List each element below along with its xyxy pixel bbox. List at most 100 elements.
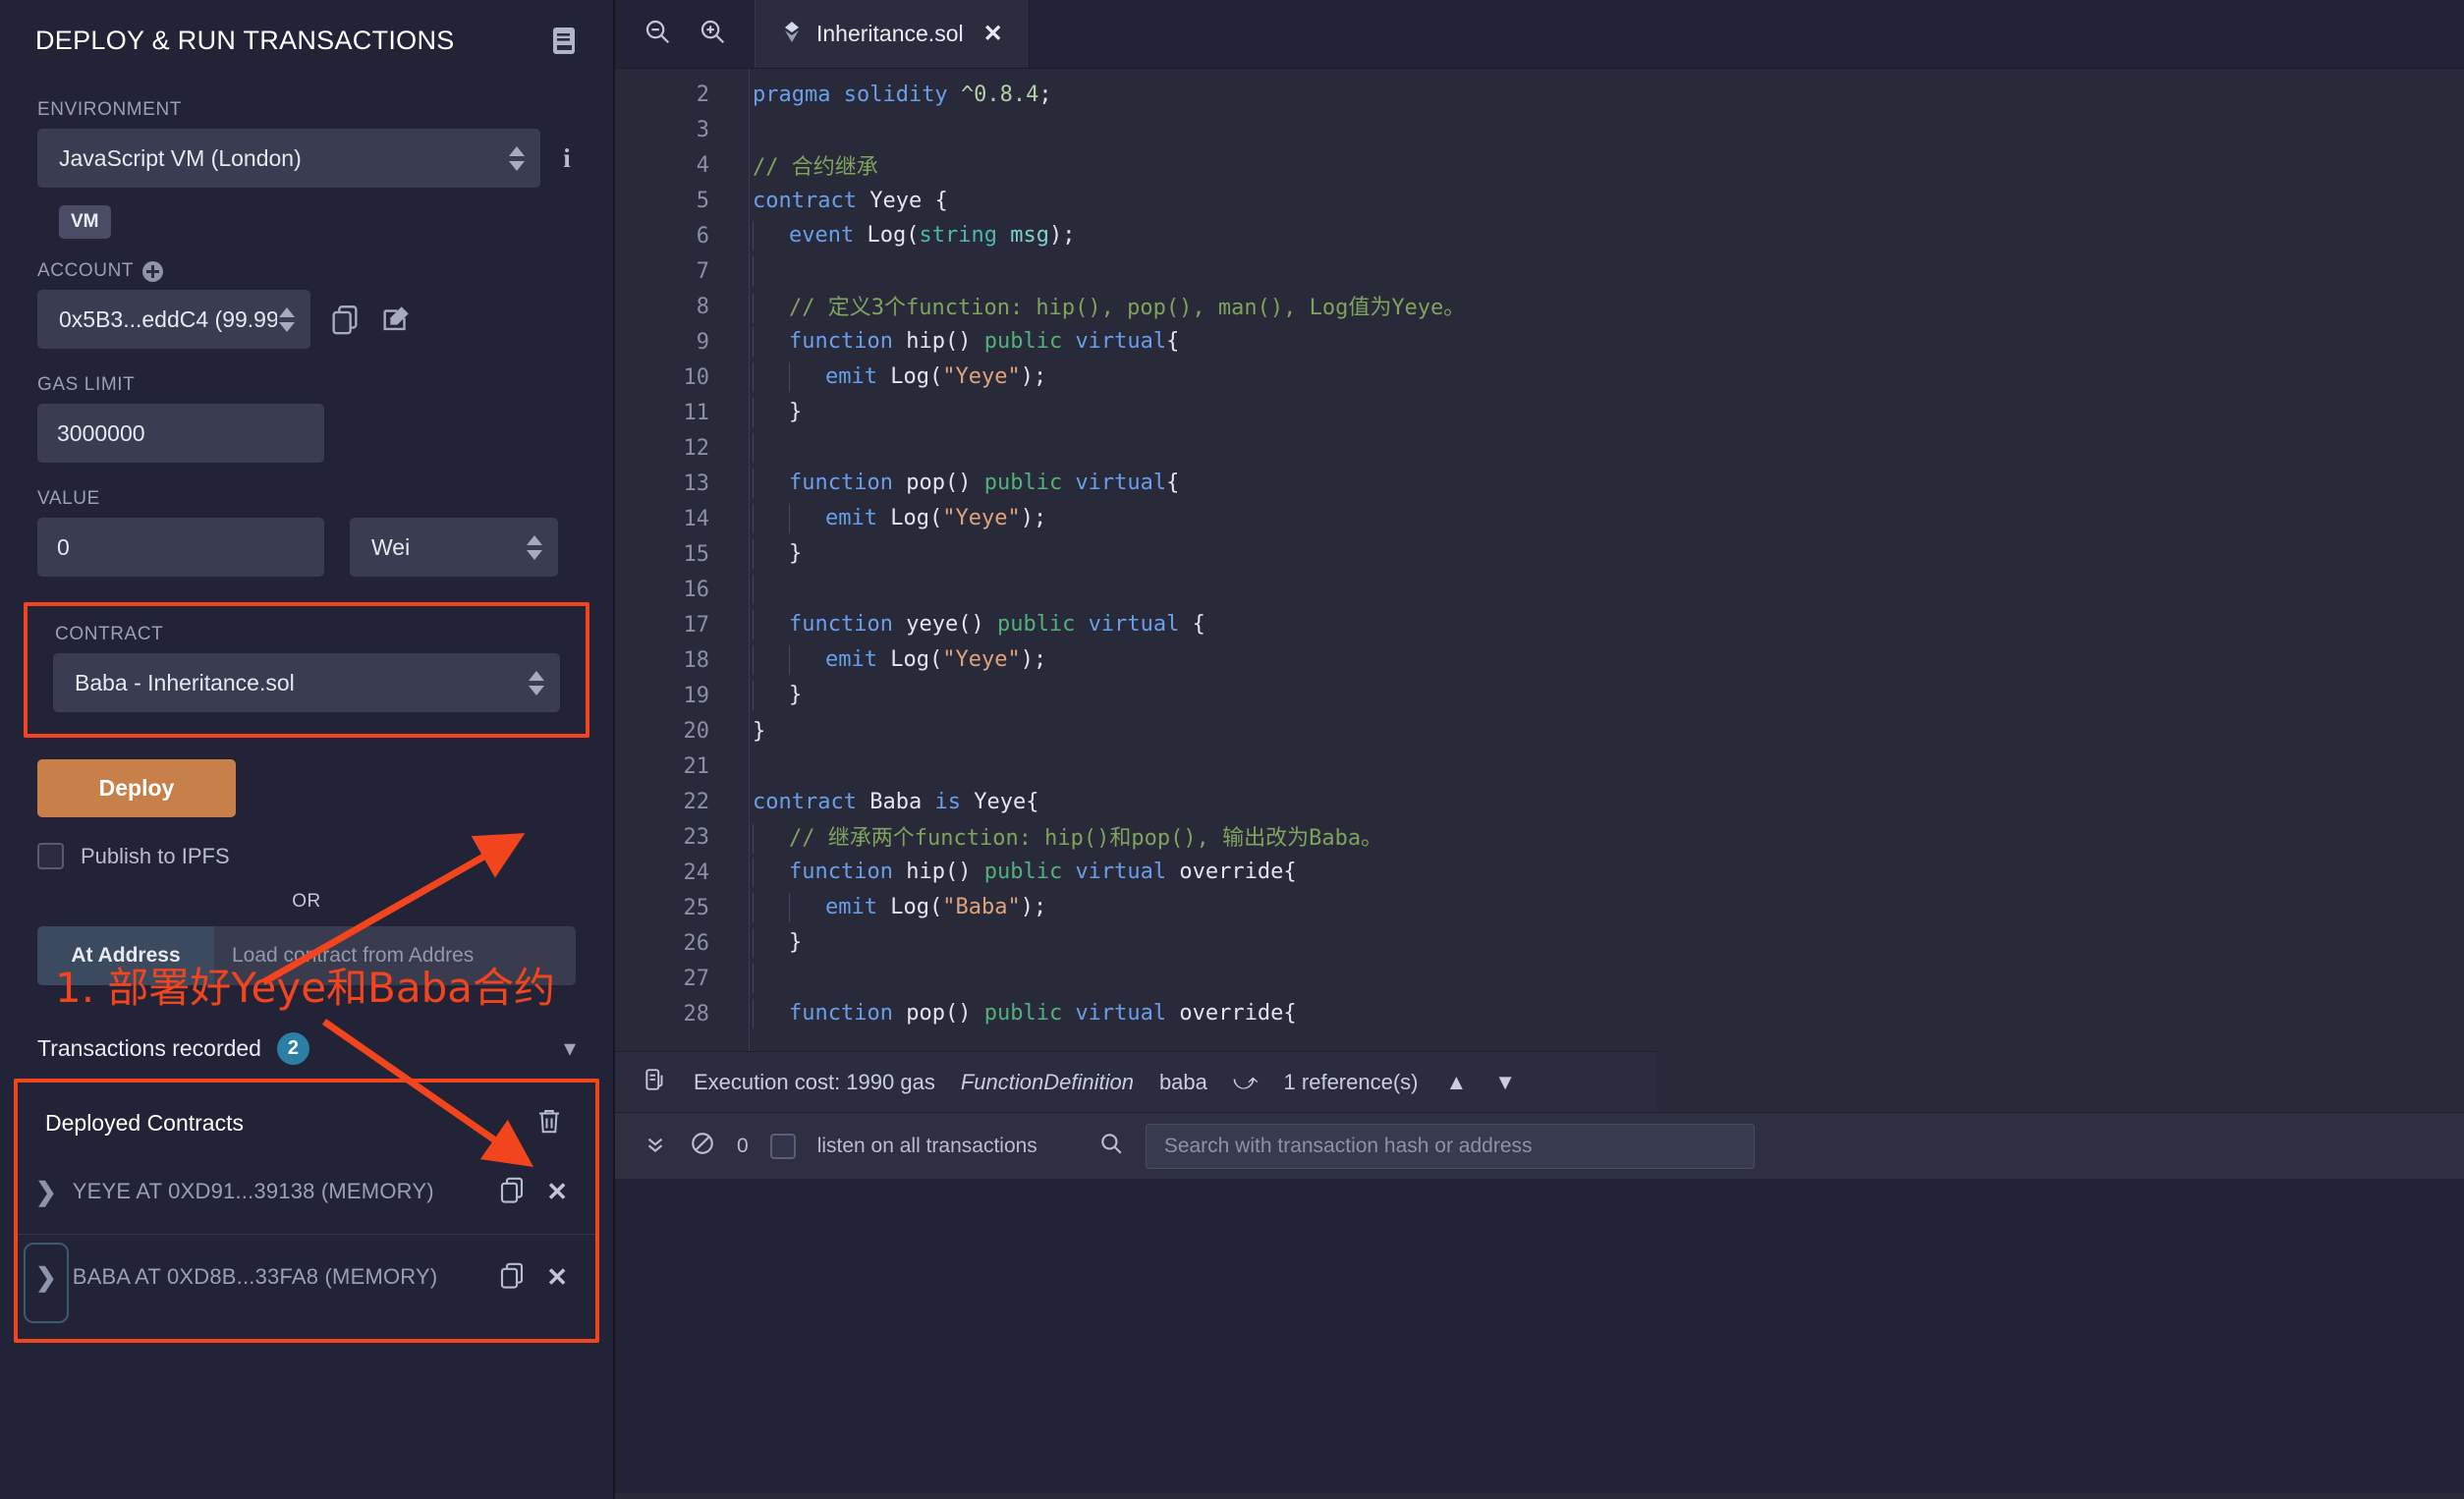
trash-icon[interactable] — [534, 1106, 568, 1139]
at-address-button[interactable]: At Address — [37, 926, 214, 985]
deploy-button[interactable]: Deploy — [37, 759, 236, 817]
focus-ring — [24, 1243, 69, 1323]
line-number: 4 — [615, 153, 731, 178]
code-token: ); — [1021, 364, 1047, 389]
code-line: 2pragma solidity ^0.8.4; — [615, 77, 2464, 112]
code-line: 6event Log(string msg); — [615, 218, 2464, 253]
listen-all-transactions-label: listen on all transactions — [817, 1135, 1037, 1158]
environment-label: ENVIRONMENT — [37, 99, 576, 121]
chevron-up-icon[interactable]: ▲ — [1446, 1070, 1468, 1095]
list-item[interactable]: ❯ YEYE AT 0XD91...39138 (MEMORY) ✕ — [18, 1149, 595, 1234]
chevron-updown-icon — [277, 307, 297, 332]
code-text: } — [731, 681, 802, 710]
code-token: emit — [825, 364, 890, 389]
code-token: } — [789, 930, 802, 955]
list-item[interactable]: ❯ BABA AT 0XD8B...33FA8 (MEMORY) ✕ — [18, 1234, 595, 1319]
indent-guide — [753, 824, 790, 854]
code-lines: 2pragma solidity ^0.8.4; 3 4 // 合约继承 5contra… — [615, 77, 2464, 1031]
code-line: 26} — [615, 925, 2464, 961]
indent-guide — [753, 504, 790, 533]
solidity-icon — [781, 22, 803, 47]
code-token: public — [997, 612, 1089, 637]
copy-icon[interactable] — [497, 1260, 531, 1294]
double-chevron-down-icon[interactable] — [643, 1131, 668, 1162]
references-count: 1 reference(s) — [1284, 1070, 1419, 1095]
tab-label: Inheritance.sol — [816, 21, 964, 47]
code-line: 15} — [615, 536, 2464, 572]
code-text: emit Log("Baba"); — [731, 893, 1046, 922]
execution-info-bar: Execution cost: 1990 gas FunctionDefinit… — [615, 1051, 1656, 1112]
book-icon[interactable] — [552, 27, 578, 56]
code-token: virtual — [1075, 471, 1166, 495]
code-line: 27 — [615, 961, 2464, 996]
zoom-out-icon[interactable] — [643, 17, 672, 51]
code-token: } — [753, 719, 765, 744]
code-token: "Yeye" — [942, 647, 1020, 672]
code-text: function hip() public virtual override{ — [731, 858, 1297, 887]
contract-select[interactable]: Baba - Inheritance.sol — [53, 653, 560, 712]
load-contract-address-input[interactable]: Load contract from Addres — [214, 926, 576, 985]
line-number: 3 — [615, 118, 731, 142]
goto-reference-icon[interactable]: ⤻ — [1233, 1069, 1259, 1096]
code-line: 5contract Yeye { — [615, 183, 2464, 218]
indent-guide — [753, 362, 790, 392]
code-text: pragma solidity ^0.8.4; — [731, 83, 1052, 107]
transaction-search-input[interactable]: Search with transaction hash or address — [1146, 1124, 1755, 1169]
chevron-right-icon[interactable]: ❯ — [35, 1179, 57, 1204]
code-line: 24function hip() public virtual override… — [615, 855, 2464, 890]
node-name-text: baba — [1159, 1070, 1207, 1095]
listen-all-transactions-checkbox[interactable] — [770, 1134, 796, 1159]
code-token: { — [1166, 329, 1179, 354]
sidebar-header: DEPLOY & RUN TRANSACTIONS — [0, 0, 613, 56]
gas-limit-input[interactable]: 3000000 — [37, 404, 324, 463]
publish-ipfs-checkbox[interactable] — [37, 843, 64, 869]
info-icon[interactable]: i — [558, 143, 576, 174]
code-token: // 继承两个function: hip()和pop(), 输出改为Baba。 — [789, 826, 1382, 851]
gas-limit-section: GAS LIMIT 3000000 — [0, 374, 613, 463]
environment-select[interactable]: JavaScript VM (London) — [37, 129, 540, 188]
code-token: function — [789, 612, 906, 637]
account-select[interactable]: 0x5B3...eddC4 (99.99999999 — [37, 290, 310, 349]
line-number: 16 — [615, 578, 731, 602]
chevron-updown-icon — [525, 535, 544, 560]
code-text — [731, 575, 789, 604]
code-line: 16 — [615, 572, 2464, 607]
indent-guide — [753, 999, 790, 1028]
ban-icon[interactable] — [690, 1131, 715, 1162]
code-token: Log — [890, 647, 929, 672]
close-icon[interactable]: ✕ — [546, 1264, 568, 1290]
code-editor[interactable]: 2pragma solidity ^0.8.4; 3 4 // 合约继承 5contra… — [615, 69, 2464, 1051]
gas-limit-label: GAS LIMIT — [37, 374, 576, 396]
line-number: 13 — [615, 472, 731, 496]
code-token: contract — [753, 790, 869, 814]
copy-icon[interactable] — [497, 1175, 531, 1208]
code-token: Yeye — [974, 790, 1026, 814]
chevron-down-icon[interactable]: ▼ — [1494, 1070, 1516, 1095]
close-icon[interactable]: ✕ — [546, 1179, 568, 1204]
code-token: public — [984, 471, 1076, 495]
code-token: pop — [906, 471, 945, 495]
code-token: // 合约继承 — [753, 155, 878, 180]
pending-count: 0 — [737, 1135, 749, 1158]
chevron-down-icon[interactable]: ▾ — [564, 1037, 576, 1061]
line-number: 15 — [615, 542, 731, 567]
gas-report-icon — [643, 1067, 668, 1098]
value-unit-select[interactable]: Wei — [350, 518, 558, 577]
search-icon[interactable] — [1098, 1131, 1124, 1162]
deployed-contract-name: BABA AT 0XD8B...33FA8 (MEMORY) — [73, 1264, 481, 1290]
edit-icon[interactable] — [379, 303, 413, 336]
value-input[interactable]: 0 — [37, 518, 324, 577]
code-text: contract Yeye { — [731, 189, 948, 213]
transactions-recorded-row[interactable]: Transactions recorded 2 ▾ — [37, 1032, 576, 1065]
close-icon[interactable]: ✕ — [983, 20, 1003, 48]
deploy-run-sidebar: DEPLOY & RUN TRANSACTIONS ENVIRONMENT Ja… — [0, 0, 615, 1499]
code-token: emit — [825, 647, 890, 672]
plus-circle-icon[interactable] — [142, 261, 163, 282]
code-line: 7 — [615, 253, 2464, 289]
tab-inheritance-sol[interactable]: Inheritance.sol ✕ — [756, 0, 1030, 68]
copy-icon[interactable] — [328, 303, 362, 336]
code-line: 21 — [615, 749, 2464, 784]
publish-ipfs-row[interactable]: Publish to IPFS — [37, 843, 613, 869]
code-line: 25emit Log("Baba"); — [615, 890, 2464, 925]
zoom-in-icon[interactable] — [698, 17, 727, 51]
